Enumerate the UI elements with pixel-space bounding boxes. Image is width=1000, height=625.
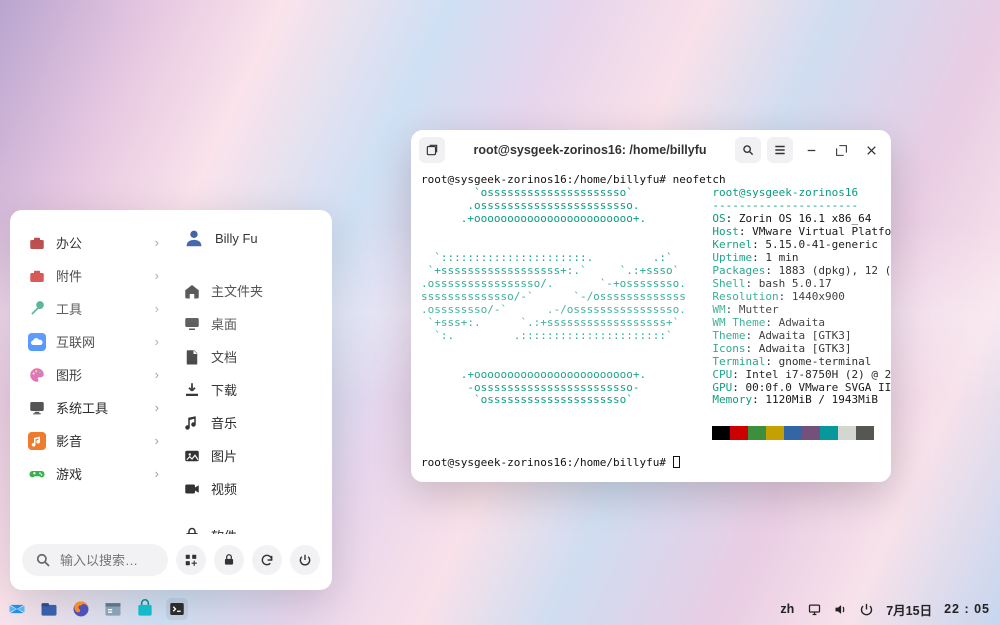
category-label: 附件	[56, 266, 82, 285]
category-list: 办公 › 附件 › 工具 › 互联网 › 图形 › 系统工具 › 影音 › 游戏…	[10, 220, 171, 534]
place-videos[interactable]: 视频	[175, 472, 322, 505]
clock-time[interactable]: 22 : 05	[944, 602, 990, 616]
wrench-icon	[28, 300, 46, 318]
hamburger-menu-button[interactable]	[767, 137, 793, 163]
bag-icon	[183, 527, 201, 535]
menu-footer	[10, 534, 332, 590]
category-accessories[interactable]: 附件 ›	[20, 259, 167, 292]
category-tools[interactable]: 工具 ›	[20, 292, 167, 325]
place-label: 主文件夹	[211, 281, 263, 300]
chevron-right-icon: ›	[155, 268, 159, 283]
chevron-right-icon: ›	[155, 400, 159, 415]
search-icon	[34, 551, 52, 569]
titlebar-search-button[interactable]	[735, 137, 761, 163]
network-tray-icon[interactable]	[806, 601, 822, 617]
category-label: 影音	[56, 431, 82, 450]
start-menu: 办公 › 附件 › 工具 › 互联网 › 图形 › 系统工具 › 影音 › 游戏…	[10, 210, 332, 590]
category-label: 游戏	[56, 464, 82, 483]
place-label: 视频	[211, 479, 237, 498]
picture-icon	[183, 447, 201, 465]
place-label: 文档	[211, 347, 237, 366]
terminal-window: root@sysgeek-zorinos16: /home/billyfu ro…	[411, 130, 891, 482]
category-internet[interactable]: 互联网 ›	[20, 325, 167, 358]
place-music[interactable]: 音乐	[175, 406, 322, 439]
window-title: root@sysgeek-zorinos16: /home/billyfu	[451, 143, 729, 157]
titlebar[interactable]: root@sysgeek-zorinos16: /home/billyfu	[411, 130, 891, 170]
category-label: 图形	[56, 365, 82, 384]
minimize-button[interactable]	[799, 138, 823, 162]
search-input[interactable]	[60, 553, 156, 568]
chevron-right-icon: ›	[155, 235, 159, 250]
place-home[interactable]: 主文件夹	[175, 274, 322, 307]
place-pictures[interactable]: 图片	[175, 439, 322, 472]
note-icon	[183, 414, 201, 432]
power-tray-icon[interactable]	[858, 601, 874, 617]
category-games[interactable]: 游戏 ›	[20, 457, 167, 490]
place-label: 音乐	[211, 413, 237, 432]
terminal-body[interactable]: root@sysgeek-zorinos16:/home/billyfu# ne…	[411, 170, 891, 482]
terminal-app-icon[interactable]	[166, 598, 188, 620]
place-desktop[interactable]: 桌面	[175, 307, 322, 340]
places-list: Billy Fu 主文件夹 桌面 文档 下载 音乐 图片 视频 软件 设置 Zo…	[171, 220, 332, 534]
maximize-button[interactable]	[829, 138, 853, 162]
software-store-icon[interactable]	[134, 598, 156, 620]
category-office[interactable]: 办公 ›	[20, 226, 167, 259]
taskbar: zh 7月15日 22 : 05	[0, 595, 1000, 625]
chevron-right-icon: ›	[155, 301, 159, 316]
user-name-label: Billy Fu	[215, 231, 258, 246]
chevron-right-icon: ›	[155, 466, 159, 481]
place-downloads[interactable]: 下载	[175, 373, 322, 406]
place-documents[interactable]: 文档	[175, 340, 322, 373]
monitor-icon	[28, 399, 46, 417]
chevron-right-icon: ›	[155, 433, 159, 448]
category-system[interactable]: 系统工具 ›	[20, 391, 167, 424]
category-graphics[interactable]: 图形 ›	[20, 358, 167, 391]
firefox-icon[interactable]	[70, 598, 92, 620]
gamepad-icon	[28, 465, 46, 483]
search-field-wrap[interactable]	[22, 544, 168, 576]
lock-button[interactable]	[214, 545, 244, 575]
user-account-item[interactable]: Billy Fu	[175, 220, 322, 256]
restart-button[interactable]	[252, 545, 282, 575]
cursor	[673, 456, 680, 468]
home-icon	[183, 282, 201, 300]
files-app-icon[interactable]	[38, 598, 60, 620]
briefcase-icon	[28, 234, 46, 252]
place-software[interactable]: 软件	[175, 519, 322, 534]
chevron-right-icon: ›	[155, 334, 159, 349]
place-label: 桌面	[211, 314, 237, 333]
palette-icon	[28, 366, 46, 384]
place-label: 下载	[211, 380, 237, 399]
doc-icon	[183, 348, 201, 366]
briefcase-icon	[28, 267, 46, 285]
category-label: 互联网	[56, 332, 95, 351]
apps-grid-button[interactable]	[176, 545, 206, 575]
user-avatar-icon	[183, 227, 205, 249]
download-icon	[183, 381, 201, 399]
terminal-color-swatches	[712, 426, 891, 440]
place-label: 软件	[211, 526, 237, 534]
volume-tray-icon[interactable]	[832, 601, 848, 617]
category-label: 办公	[56, 233, 82, 252]
cloud-icon	[28, 333, 46, 351]
chevron-right-icon: ›	[155, 367, 159, 382]
zorin-menu-button[interactable]	[6, 598, 28, 620]
power-button[interactable]	[290, 545, 320, 575]
new-tab-button[interactable]	[419, 137, 445, 163]
music-icon	[28, 432, 46, 450]
category-label: 工具	[56, 299, 82, 318]
desktop-icon	[183, 315, 201, 333]
category-label: 系统工具	[56, 398, 108, 417]
category-multimedia[interactable]: 影音 ›	[20, 424, 167, 457]
clock-date[interactable]: 7月15日	[886, 600, 932, 619]
video-icon	[183, 480, 201, 498]
file-manager-icon[interactable]	[102, 598, 124, 620]
close-button[interactable]	[859, 138, 883, 162]
input-method-indicator[interactable]: zh	[780, 602, 794, 616]
place-label: 图片	[211, 446, 237, 465]
